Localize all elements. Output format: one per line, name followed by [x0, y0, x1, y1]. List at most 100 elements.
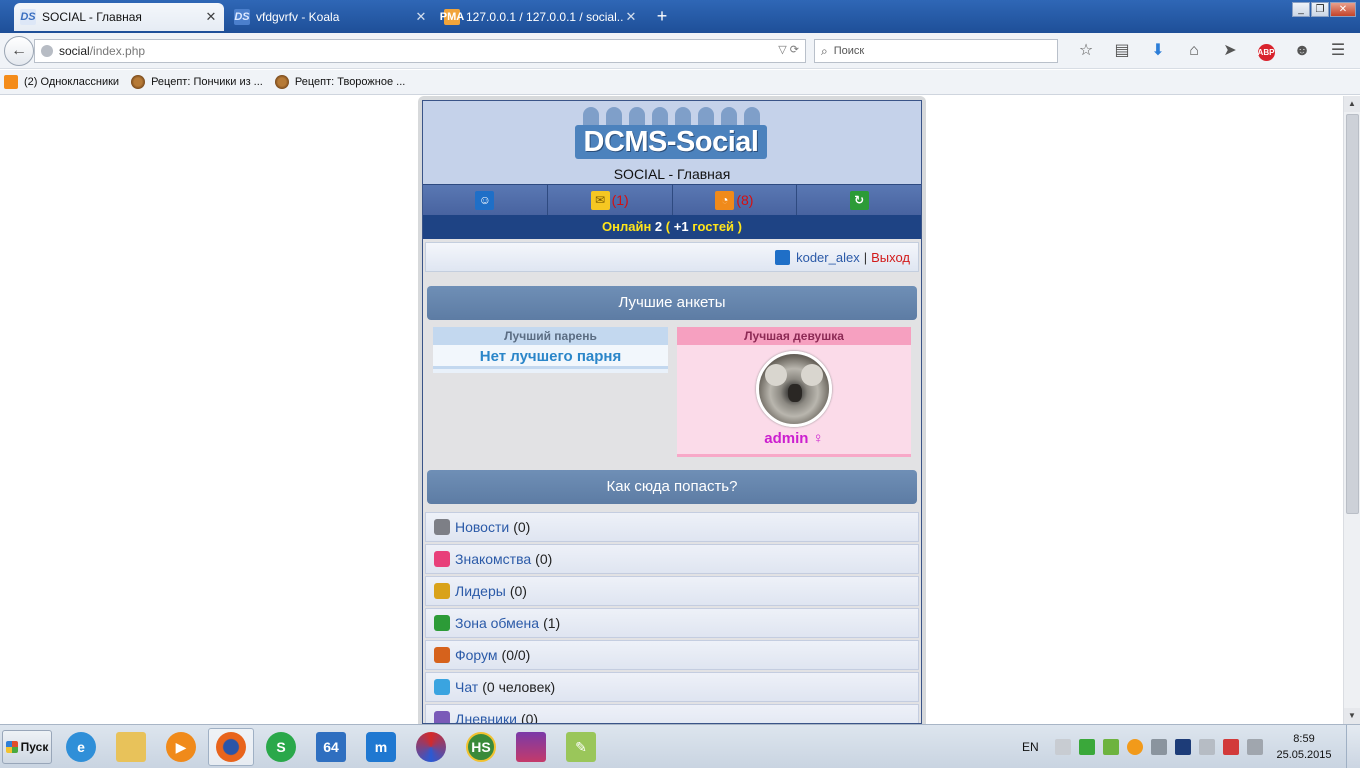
reload-icon[interactable]: ▽ ⟳	[778, 43, 799, 56]
page-scrollbar[interactable]: ▲ ▼	[1343, 96, 1360, 724]
feed-count: (8)	[736, 192, 754, 208]
internet-explorer-icon: e	[66, 732, 96, 762]
menu-item-chat[interactable]: Чат (0 человек)	[425, 672, 919, 702]
site-body: DCMS-Social SOCIAL - Главная ☺ ✉ (1) ◔ (…	[422, 100, 922, 724]
flag-icon[interactable]	[1078, 739, 1095, 755]
recipe-pot-icon	[274, 75, 289, 89]
close-tab-icon[interactable]: ✕	[204, 9, 218, 25]
taskbar-winrar[interactable]	[508, 728, 554, 766]
system-tray: EN	[1022, 725, 1271, 768]
taskbar-firefox[interactable]	[208, 728, 254, 766]
send-icon[interactable]: ➤	[1212, 41, 1248, 61]
online-count: 2	[654, 219, 663, 234]
taskbar-skype-s[interactable]: S	[258, 728, 304, 766]
windows-taskbar: Пуск e ▶ S 64 m HS ✎ EN 8:59 25.05.2015	[0, 724, 1360, 768]
menu-item-news[interactable]: Новости (0)	[425, 512, 919, 542]
menu-count: (0)	[535, 551, 553, 567]
menu-item-exchange[interactable]: Зона обмена (1)	[425, 608, 919, 638]
site-logo[interactable]: DCMS-Social	[575, 107, 767, 161]
adblock-icon[interactable]: ABP	[1248, 41, 1284, 61]
reading-list-icon[interactable]: ▤	[1104, 41, 1140, 61]
scrollbar-thumb[interactable]	[1346, 114, 1359, 514]
taskbar-aida64[interactable]: 64	[308, 728, 354, 766]
restore-button[interactable]: ❐	[1311, 2, 1329, 17]
mail-button[interactable]: ✉ (1)	[547, 185, 673, 215]
close-tab-icon[interactable]: ✕	[624, 9, 638, 25]
how-to-get-here-heading[interactable]: Как сюда попасть?	[427, 470, 917, 504]
best-boy-card: Лучший парень Нет лучшего парня	[433, 327, 668, 373]
show-desktop-button[interactable]	[1346, 725, 1360, 768]
taskbar-ie[interactable]: e	[58, 728, 104, 766]
start-label: Пуск	[20, 740, 49, 754]
menu-item-forum[interactable]: Форум (0/0)	[425, 640, 919, 670]
taskbar-hs[interactable]: HS	[458, 728, 504, 766]
guests-open: (	[665, 219, 671, 234]
start-button[interactable]: Пуск	[2, 730, 52, 764]
toolbar-icons: ☆ ▤ ⬇ ⌂ ➤ ABP ☻ ☰	[1068, 41, 1356, 61]
tray-red-icon[interactable]	[1222, 739, 1239, 755]
menu-count: (0)	[520, 711, 539, 724]
recipe-pot-icon	[131, 75, 146, 89]
scroll-up-icon[interactable]: ▲	[1344, 96, 1360, 112]
address-bar[interactable]: social/index.php ▽ ⟳	[34, 39, 806, 63]
best-girl-name[interactable]: admin ♀	[677, 430, 911, 447]
tray-network-icon[interactable]	[1174, 739, 1191, 755]
user-icon-bar: ☺ ✉ (1) ◔ (8) ↻	[423, 184, 921, 215]
home-icon[interactable]: ⌂	[1176, 41, 1212, 61]
guests-label: гостей )	[692, 219, 742, 234]
chat-icon[interactable]: ☻	[1284, 41, 1320, 61]
system-clock[interactable]: 8:59 25.05.2015	[1272, 731, 1336, 763]
refresh-icon: ↻	[849, 190, 869, 210]
best-girl-username[interactable]: admin	[764, 430, 808, 447]
taskbar-swirl-app[interactable]	[408, 728, 454, 766]
feed-button[interactable]: ◔ (8)	[672, 185, 798, 215]
logout-link[interactable]: Выход	[871, 250, 910, 265]
volume-icon[interactable]	[1198, 739, 1215, 755]
username-link[interactable]: koder_alex	[796, 250, 860, 265]
close-tab-icon[interactable]: ✕	[414, 9, 428, 25]
nvidia-icon[interactable]	[1102, 739, 1119, 755]
maxthon-icon: m	[366, 732, 396, 762]
profile-button[interactable]: ☺	[423, 185, 548, 215]
taskbar-notepad[interactable]: ✎	[558, 728, 604, 766]
menu-label: Новости	[455, 519, 510, 535]
search-placeholder: Поиск	[833, 45, 865, 57]
menu-icon[interactable]: ☰	[1320, 41, 1356, 61]
exchange-icon	[434, 615, 450, 631]
tray-orange-icon[interactable]	[1126, 739, 1143, 755]
tab-title: vfdgvrfv - Koala	[256, 10, 340, 24]
tab-koala[interactable]: DS vfdgvrfv - Koala ✕	[228, 3, 434, 31]
ds-favicon-icon: DS	[20, 9, 36, 25]
bookmark-star-icon[interactable]: ☆	[1068, 41, 1104, 61]
taskbar-media-player[interactable]: ▶	[158, 728, 204, 766]
menu-item-dating[interactable]: Знакомства (0)	[425, 544, 919, 574]
bookmark-recipe-donuts[interactable]: Рецепт: Пончики из ...	[131, 75, 263, 89]
menu-count: (0)	[509, 583, 527, 599]
new-tab-button[interactable]: +	[652, 6, 672, 26]
bookmark-label: Рецепт: Творожное ...	[294, 76, 406, 88]
refresh-button[interactable]: ↻	[797, 185, 921, 215]
menu-count: (1)	[543, 615, 561, 631]
tab-social-main[interactable]: DS SOCIAL - Главная ✕	[14, 3, 224, 31]
phpmyadmin-favicon-icon: PMA	[439, 9, 465, 25]
bookmark-recipe-curd[interactable]: Рецепт: Творожное ...	[274, 75, 406, 89]
minimize-button[interactable]: _	[1292, 2, 1310, 17]
taskbar-maxthon[interactable]: m	[358, 728, 404, 766]
menu-item-leaders[interactable]: Лидеры (0)	[425, 576, 919, 606]
avatar[interactable]	[756, 351, 832, 427]
download-icon[interactable]: ⬇	[1140, 41, 1176, 61]
close-window-button[interactable]: ✕	[1330, 2, 1356, 17]
tray-power-icon[interactable]	[1246, 739, 1263, 755]
search-input[interactable]: ⌕ Поиск	[814, 39, 1058, 63]
tab-phpmyadmin[interactable]: PMA 127.0.0.1 / 127.0.0.1 / social... ✕	[438, 3, 644, 31]
language-indicator[interactable]: EN	[1022, 740, 1039, 754]
online-counter[interactable]: Онлайн 2 ( +1 гостей )	[423, 215, 921, 239]
logo-text: DCMS-Social	[575, 125, 767, 159]
menu-item-diaries[interactable]: Дневники (0)	[425, 704, 919, 724]
safe-remove-icon[interactable]	[1150, 739, 1167, 755]
back-button[interactable]: ←	[4, 36, 34, 66]
scroll-down-icon[interactable]: ▼	[1344, 708, 1360, 724]
tray-tools-icon[interactable]	[1054, 739, 1071, 755]
bookmark-odnoklassniki[interactable]: (2) Одноклассники	[4, 75, 119, 89]
taskbar-explorer[interactable]	[108, 728, 154, 766]
